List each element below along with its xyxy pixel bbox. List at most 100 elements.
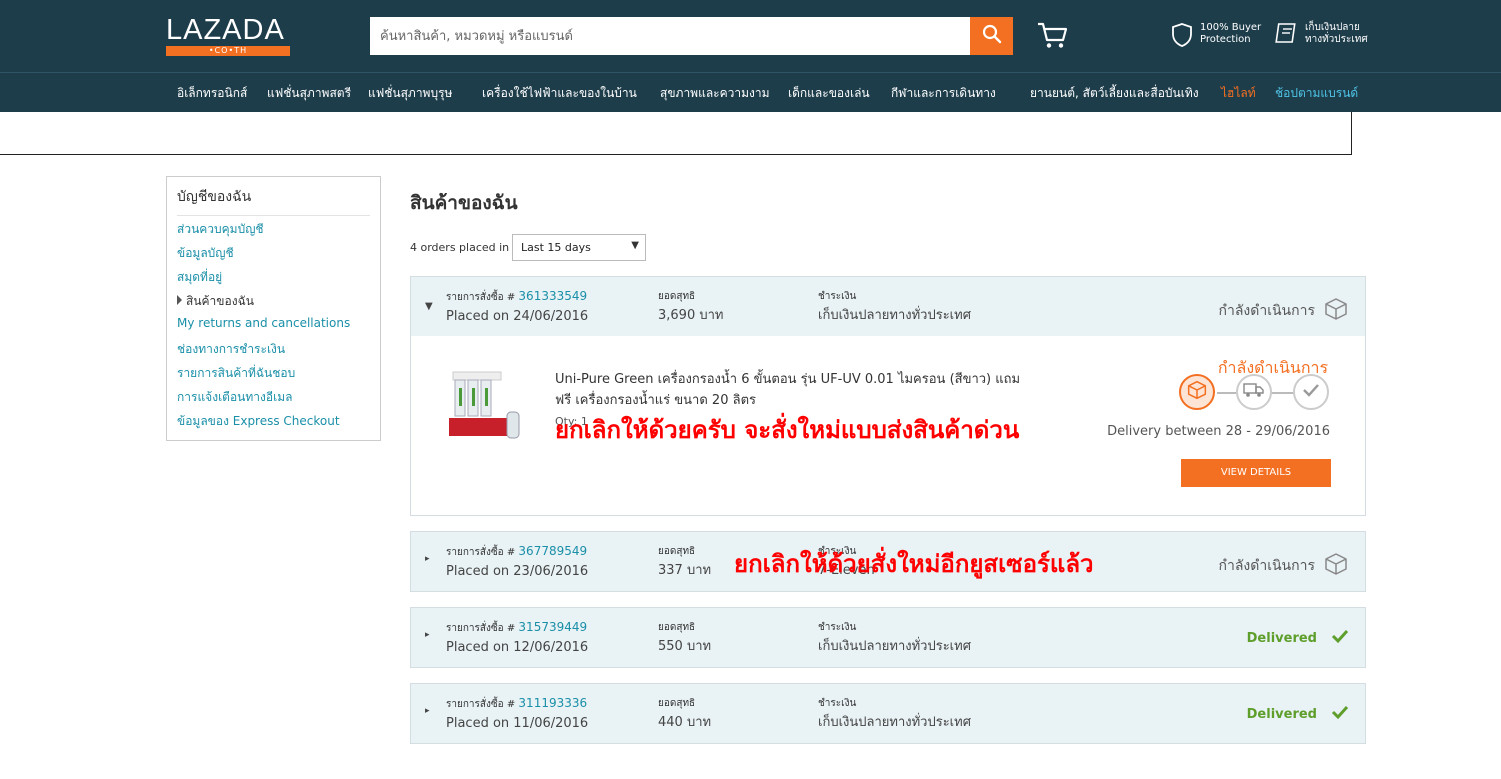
category-auto-pets-media[interactable]: ยานยนต์, สัตว์เลี้ยงและสื่อบันเทิง [1030,84,1199,103]
step-delivered [1293,374,1329,410]
order-payment-label: ชำระเงิน [818,698,857,709]
buyer-protection-text: 100% Buyer Protection [1200,22,1262,45]
order-placed-date: Placed on 24/06/2016 [446,309,589,324]
sidebar-item-express-checkout[interactable]: ข้อมูลของ Express Checkout [177,412,340,431]
sidebar-item-my-orders[interactable]: สินค้าของฉัน [177,292,254,311]
banner-strip [0,112,1352,155]
sidebar-item-account-info[interactable]: ข้อมูลบัญชี [177,244,234,263]
order-number-cell: รายการสั่งซื้อ # 361333549 Placed on 24/… [446,289,589,324]
sidebar-item-address-book[interactable]: สมุดที่อยู่ [177,268,222,287]
order-number-link[interactable]: 361333549 [518,289,587,303]
category-electronics[interactable]: อิเล็กทรอนิกส์ [177,84,247,103]
order-row[interactable]: ▸ รายการสั่งซื้อ # 311193336 Placed on 1… [410,683,1366,744]
order-total: 550 บาท [658,639,712,654]
order-number-cell: รายการสั่งซื้อ # 315739449 Placed on 12/… [446,620,589,655]
sidebar-title: บัญชีของฉัน [177,186,370,216]
order-number-link[interactable]: 311193336 [518,696,587,710]
order-number-link[interactable]: 367789549 [518,544,587,558]
expand-toggle[interactable]: ▸ [425,554,430,564]
order-status-text: Delivered [1246,630,1317,646]
sidebar-item-wishlist[interactable]: รายการสินค้าที่ฉันชอบ [177,364,295,383]
order-payment-cell: ชำระเงิน เก็บเงินปลายทางทั่วประเทศ [818,290,971,322]
order-status: กำลังดำเนินการ [1219,552,1350,580]
period-select[interactable]: Last 15 days ▼ [512,234,646,261]
logo-domain: •CO•TH [166,46,290,56]
order-number-label: รายการสั่งซื้อ # [446,547,516,558]
view-details-button[interactable]: VIEW DETAILS [1181,459,1331,487]
order-payment-label: ชำระเงิน [818,622,857,633]
package-icon [1323,297,1349,325]
package-icon [1323,552,1349,580]
category-nav: อิเล็กทรอนิกส์ แฟชั่นสุภาพสตรี แฟชั่นสุภ… [0,72,1501,112]
order-number-label: รายการสั่งซื้อ # [446,292,516,303]
step-shipping [1236,374,1272,410]
category-brands[interactable]: ช้อปตามแบรนด์ [1275,84,1358,103]
delivery-window: Delivery between 28 - 29/06/2016 [1107,424,1330,439]
order-number-link[interactable]: 315739449 [518,620,587,634]
order-status: Delivered [1247,628,1349,648]
order-status-text: Delivered [1246,706,1317,722]
order-total-label: ยอดสุทธิ [658,698,696,709]
category-men-fashion[interactable]: แฟชั่นสุภาพบุรุษ [368,84,452,103]
order-status: Delivered [1247,704,1349,724]
order-number-cell: รายการสั่งซื้อ # 311193336 Placed on 11/… [446,696,588,731]
top-header: LAZADA •CO•TH 100% Buyer Protection เก็บ… [0,0,1501,72]
order-total-label: ยอดสุทธิ [658,546,696,557]
sidebar-item-returns[interactable]: My returns and cancellations [177,316,350,330]
progress-status-title: กำลังดำเนินการ [1217,358,1329,377]
lazada-logo[interactable]: LAZADA •CO•TH [166,15,292,59]
order-payment-cell: ชำระเงิน เก็บเงินปลายทางทั่วประเทศ [818,697,971,729]
expand-toggle[interactable]: ▸ [425,706,430,716]
order-placed-date: Placed on 12/06/2016 [446,640,589,655]
order-payment: เก็บเงินปลายทางทั่วประเทศ [818,639,971,654]
order-placed-date: Placed on 23/06/2016 [446,564,589,579]
cart-icon [1036,22,1070,54]
order-payment: เก็บเงินปลายทางทั่วประเทศ [818,715,971,730]
sidebar-item-dashboard[interactable]: ส่วนควบคุมบัญชี [177,220,264,239]
page-title: สินค้าของฉัน [410,192,518,214]
search-bar [370,17,1013,55]
order-total: 440 บาท [658,715,712,730]
order-row[interactable]: ▸ รายการสั่งซื้อ # 315739449 Placed on 1… [410,607,1366,668]
product-image[interactable] [447,366,523,444]
order-payment-cell: ชำระเงิน เก็บเงินปลายทางทั่วประเทศ [818,621,971,653]
order-status-text: กำลังดำเนินการ [1218,558,1316,574]
sidebar-item-email-alerts[interactable]: การแจ้งเตือนทางอีเมล [177,388,292,407]
order-total-label: ยอดสุทธิ [658,622,696,633]
search-input[interactable] [370,17,970,55]
order-total-cell: ยอดสุทธิ 550 บาท [658,621,711,653]
order-row[interactable]: ▼ รายการสั่งซื้อ # 361333549 Placed on 2… [410,276,1366,337]
package-icon [1186,380,1208,404]
category-home-appliances[interactable]: เครื่องใช้ไฟฟ้าและของในบ้าน [482,84,637,103]
check-icon [1331,704,1349,724]
shield-icon [1170,22,1194,52]
order-total-cell: ยอดสุทธิ 440 บาท [658,697,711,729]
category-women-fashion[interactable]: แฟชั่นสุภาพสตรี [267,84,351,103]
category-highlights[interactable]: ไฮไลท์ [1221,84,1256,103]
buyer-protection-promo[interactable]: 100% Buyer Protection [1170,22,1270,56]
order-total-label: ยอดสุทธิ [658,291,696,302]
cart-button[interactable] [1036,20,1070,52]
order-total: 3,690 บาท [658,308,724,323]
order-payment: เก็บเงินปลายทางทั่วประเทศ [818,308,971,323]
annotation-reordered: ยกเลิกให้ด้วยสั่งใหม่อีกยูสเซอร์แล้ว [734,550,1094,578]
search-button[interactable] [970,17,1013,55]
chevron-down-icon: ▼ [631,240,639,251]
collapse-toggle[interactable]: ▼ [425,301,433,312]
cod-promo[interactable]: เก็บเงินปลายทางทั่วประเทศ [1275,22,1370,56]
order-number-label: รายการสั่งซื้อ # [446,699,516,710]
expand-toggle[interactable]: ▸ [425,630,430,640]
truck-icon [1243,382,1265,402]
category-sports-travel[interactable]: กีฬาและการเดินทาง [891,84,996,103]
order-number-label: รายการสั่งซื้อ # [446,623,516,634]
annotation-cancel-request: ยกเลิกให้ด้วยครับ จะสั่งใหม่แบบส่งสินค้า… [555,416,1020,444]
category-kids-toys[interactable]: เด็กและของเล่น [788,84,870,103]
order-total-cell: ยอดสุทธิ 3,690 บาท [658,290,723,322]
product-name[interactable]: Uni-Pure Green เครื่องกรองน้ำ 6 ขั้นตอน … [555,369,1035,411]
sidebar-item-payment[interactable]: ช่องทางการชำระเงิน [177,340,285,359]
check-icon [1331,628,1349,648]
category-health-beauty[interactable]: สุขภาพและความงาม [660,84,770,103]
order-total: 337 บาท [658,563,712,578]
order-payment-label: ชำระเงิน [818,291,857,302]
order-number-cell: รายการสั่งซื้อ # 367789549 Placed on 23/… [446,544,589,579]
